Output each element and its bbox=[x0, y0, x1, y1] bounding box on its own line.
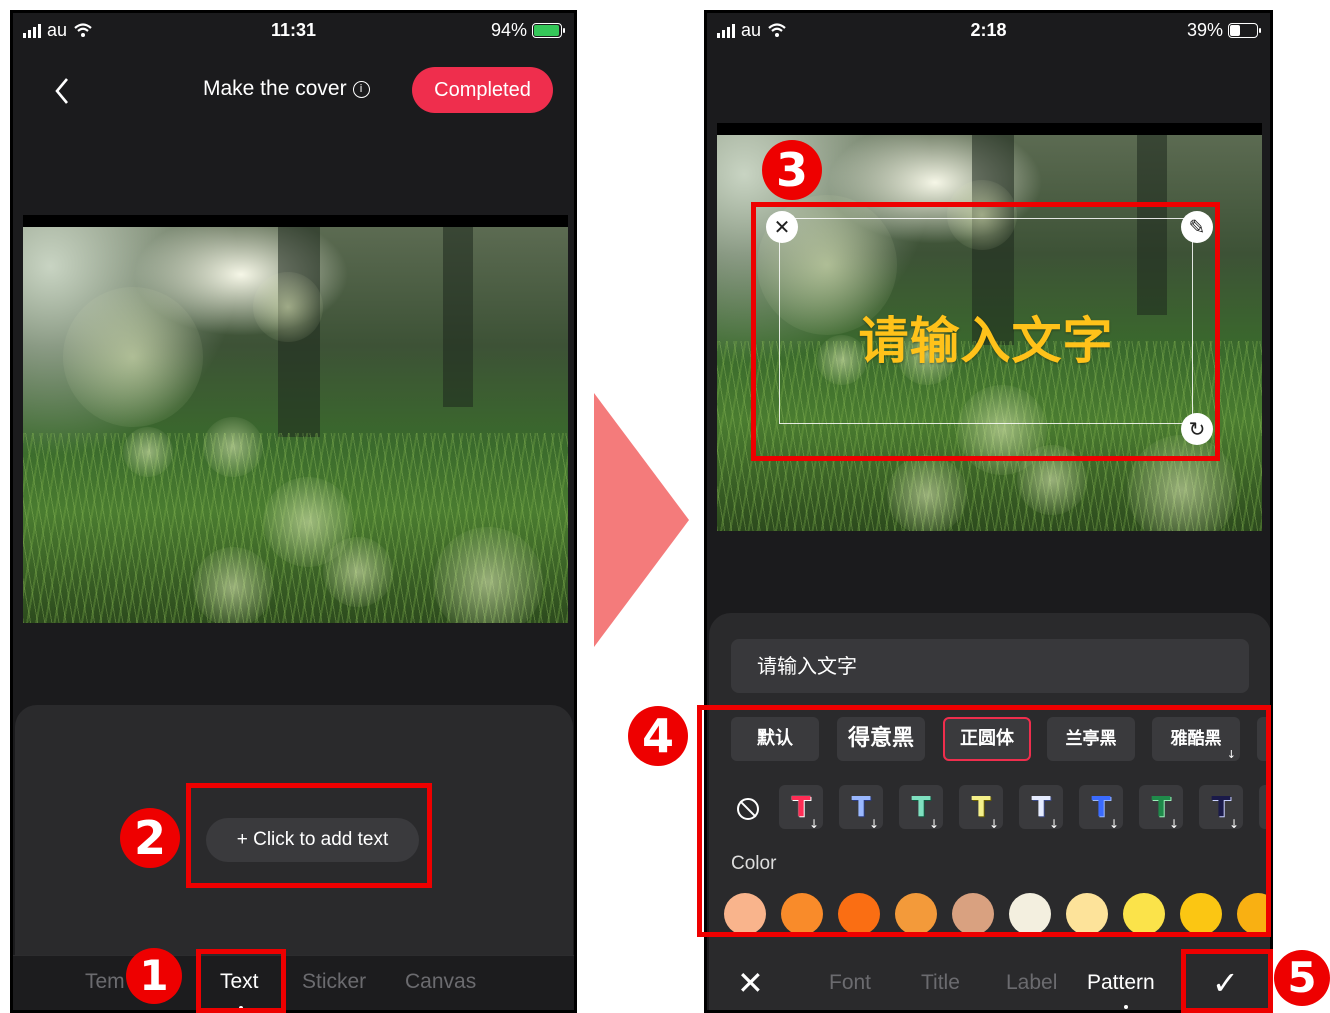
tab-pattern[interactable]: Pattern bbox=[1087, 971, 1155, 995]
letterbox-bar bbox=[23, 215, 568, 227]
status-bar: au 11:31 94% bbox=[13, 13, 574, 53]
highlight-confirm bbox=[1181, 949, 1273, 1013]
highlight-style-panel bbox=[697, 705, 1271, 937]
battery: 94% bbox=[490, 20, 565, 41]
tab-template[interactable]: Tem bbox=[85, 970, 125, 994]
tab-font[interactable]: Font bbox=[829, 971, 871, 995]
tab-title[interactable]: Title bbox=[921, 971, 960, 995]
step-marker-3: 3 bbox=[762, 140, 822, 200]
status-time: 2:18 bbox=[970, 20, 1007, 40]
battery-percent: 39% bbox=[1186, 20, 1223, 40]
status-bar: au 2:18 39% bbox=[707, 13, 1270, 53]
tab-canvas[interactable]: Canvas bbox=[405, 970, 476, 994]
cover-image bbox=[23, 227, 568, 623]
highlight-text-box bbox=[751, 202, 1220, 461]
text-input-field[interactable]: 请输入文字 bbox=[731, 639, 1249, 693]
highlight-add-text bbox=[186, 783, 432, 888]
battery: 39% bbox=[1186, 20, 1261, 41]
step-marker-4: 4 bbox=[628, 706, 688, 766]
transition-arrow bbox=[594, 393, 689, 647]
tab-sticker[interactable]: Sticker bbox=[302, 970, 366, 994]
status-time: 11:31 bbox=[270, 20, 317, 40]
battery-percent: 94% bbox=[490, 20, 527, 40]
battery-charging-icon bbox=[532, 23, 565, 38]
step-marker-2: 2 bbox=[120, 808, 180, 868]
close-icon[interactable]: ✕ bbox=[737, 964, 764, 1002]
active-tab-indicator bbox=[1124, 1005, 1128, 1009]
bottom-tab-bar: Tem Text Sticker Canvas bbox=[13, 955, 574, 1010]
step-marker-5: 5 bbox=[1274, 950, 1330, 1006]
highlight-text-tab bbox=[196, 949, 286, 1013]
header-title: Make the cover i bbox=[203, 77, 370, 101]
info-icon[interactable]: i bbox=[352, 80, 370, 98]
letterbox-bar bbox=[717, 123, 1262, 135]
battery-icon bbox=[1228, 23, 1261, 38]
completed-button[interactable]: Completed bbox=[412, 67, 553, 113]
back-chevron-icon[interactable] bbox=[49, 71, 79, 111]
step-marker-1: 1 bbox=[126, 948, 182, 1004]
page-title: Make the cover bbox=[203, 77, 347, 100]
tab-label[interactable]: Label bbox=[1006, 971, 1057, 995]
